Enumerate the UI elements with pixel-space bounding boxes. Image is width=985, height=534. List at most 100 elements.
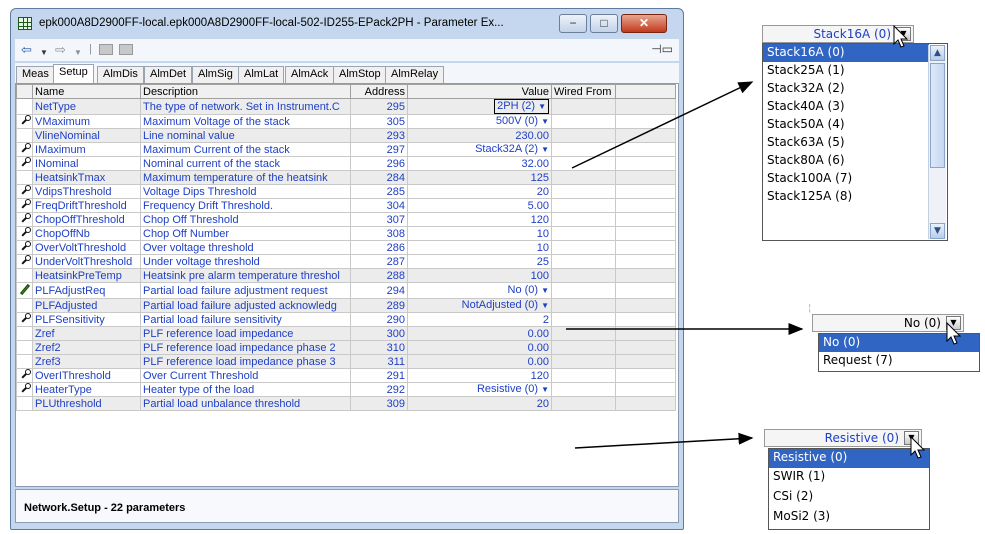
column-header-description[interactable]: Description [140, 84, 351, 99]
option-stack63a[interactable]: Stack63A (5) [763, 134, 947, 152]
param-name[interactable]: VlineNominal [32, 128, 141, 143]
option-stack40a[interactable]: Stack40A (3) [763, 98, 947, 116]
close-button[interactable]: ✕ [621, 14, 667, 33]
param-name[interactable]: PLFAdjustReq [32, 282, 141, 299]
param-name[interactable]: OverIThreshold [32, 368, 141, 383]
param-name[interactable]: VMaximum [32, 114, 141, 129]
param-wired-from[interactable] [551, 396, 616, 411]
param-wired-from[interactable] [551, 312, 616, 327]
scroll-up-icon[interactable]: ▲ [930, 45, 945, 61]
table-row[interactable]: VMaximum Maximum Voltage of the stack 305 5… [16, 114, 676, 129]
column-header-value[interactable]: Value [407, 84, 552, 99]
table-row[interactable]: UnderVoltThreshold Under voltage threshol… [16, 254, 676, 269]
param-name[interactable]: HeaterType [32, 382, 141, 397]
back-arrow-icon[interactable]: ⇦ [21, 42, 32, 57]
scroll-down-icon[interactable]: ▼ [930, 223, 945, 239]
param-wired-from[interactable] [551, 298, 616, 313]
table-row[interactable]: PLFAdjusted Partial load failure adjusted… [16, 298, 676, 313]
option-csi[interactable]: CSi (2) [769, 488, 929, 508]
param-value-text[interactable]: 5.00 [528, 200, 549, 212]
tab-almack[interactable]: AlmAck [285, 66, 335, 83]
param-name[interactable]: Zref3 [32, 354, 141, 369]
column-header-wired-from[interactable]: Wired From [551, 84, 616, 99]
option-stack125a[interactable]: Stack125A (8) [763, 188, 947, 206]
tab-almdet[interactable]: AlmDet [144, 66, 193, 83]
tab-almstop[interactable]: AlmStop [333, 66, 387, 83]
param-wired-from[interactable] [551, 212, 616, 227]
param-name[interactable]: PLFSensitivity [32, 312, 141, 327]
forward-arrow-icon[interactable]: ⇨ [55, 42, 66, 57]
param-value[interactable]: 0.00 [407, 354, 552, 369]
param-wired-from[interactable] [551, 268, 616, 283]
tab-almdis[interactable]: AlmDis [97, 66, 144, 83]
param-value-text[interactable]: No (0) [508, 284, 539, 296]
table-row[interactable]: NetType The type of network. Set in Instr… [16, 98, 676, 115]
param-name[interactable]: VdipsThreshold [32, 184, 141, 199]
param-value-text[interactable]: NotAdjusted (0) [462, 300, 538, 312]
chevron-down-icon[interactable]: ▼ [538, 102, 546, 111]
chevron-down-icon[interactable]: ▼ [541, 145, 549, 154]
chevron-down-icon[interactable]: ▼ [541, 117, 549, 126]
param-value[interactable]: 10 [407, 240, 552, 255]
chevron-down-icon[interactable]: ▼ [541, 301, 549, 310]
param-value[interactable]: 2 [407, 312, 552, 327]
param-wired-from[interactable] [551, 170, 616, 185]
options-scrollbar[interactable]: ▲ ▼ [928, 45, 946, 239]
table-row[interactable]: OverIThreshold Over Current Threshold 291 1… [16, 368, 676, 383]
param-name[interactable]: NetType [32, 98, 141, 115]
param-wired-from[interactable] [551, 340, 616, 355]
param-value[interactable]: 0.00 [407, 340, 552, 355]
param-value-text[interactable]: 0.00 [528, 342, 549, 354]
table-row[interactable]: FreqDriftThreshold Frequency Drift Thresh… [16, 198, 676, 213]
table-row[interactable]: PLFSensitivity Partial load failure sensi… [16, 312, 676, 327]
param-value[interactable]: Stack32A (2) ▼ [407, 142, 552, 157]
param-value-text[interactable]: 10 [537, 242, 549, 254]
option-resistive[interactable]: Resistive (0) [769, 449, 929, 468]
param-wired-from[interactable] [551, 354, 616, 369]
param-value-text[interactable]: Resistive (0) [477, 384, 538, 396]
param-wired-from[interactable] [551, 382, 616, 397]
param-wired-from[interactable] [551, 142, 616, 157]
param-name[interactable]: OverVoltThreshold [32, 240, 141, 255]
param-name[interactable]: Zref [32, 326, 141, 341]
option-stack32a[interactable]: Stack32A (2) [763, 80, 947, 98]
column-header-address[interactable]: Address [350, 84, 408, 99]
param-name[interactable]: HeatsinkPreTemp [32, 268, 141, 283]
param-value-text[interactable]: 230.00 [515, 130, 549, 142]
param-name[interactable]: Zref2 [32, 340, 141, 355]
table-row[interactable]: INominal Nominal current of the stack 296 3… [16, 156, 676, 171]
param-wired-from[interactable] [551, 326, 616, 341]
param-wired-from[interactable] [551, 156, 616, 171]
param-name[interactable]: PLFAdjusted [32, 298, 141, 313]
table-row[interactable]: Zref PLF reference load impedance 300 0.00 [16, 326, 676, 341]
table-row[interactable]: ChopOffThreshold Chop Off Threshold 307 120 [16, 212, 676, 227]
param-wired-from[interactable] [551, 368, 616, 383]
option-stack25a[interactable]: Stack25A (1) [763, 62, 947, 80]
table-row[interactable]: HeaterType Heater type of the load 292 Resi… [16, 382, 676, 397]
imaximum-select[interactable]: Stack16A (0) ▼ [762, 25, 914, 43]
param-value[interactable]: 500V (0) ▼ [407, 114, 552, 129]
param-value-text[interactable]: 120 [531, 370, 549, 382]
param-value[interactable]: 20 [407, 396, 552, 411]
param-value[interactable]: 5.00 [407, 198, 552, 213]
minimize-button[interactable]: − [559, 14, 587, 33]
folder-up-icon[interactable] [99, 44, 113, 55]
folder-icon[interactable] [119, 44, 133, 55]
forward-dropdown-icon[interactable]: ▼ [74, 45, 82, 60]
table-row[interactable]: HeatsinkTmax Maximum temperature of the h… [16, 170, 676, 185]
param-value-text[interactable]: 500V (0) [496, 116, 538, 128]
option-mosi2[interactable]: MoSi2 (3) [769, 508, 929, 528]
param-value-text[interactable]: 20 [537, 186, 549, 198]
param-value-text[interactable]: 10 [537, 228, 549, 240]
param-value-text[interactable]: 125 [531, 172, 549, 184]
param-value[interactable]: NotAdjusted (0) ▼ [407, 298, 552, 313]
param-value-text[interactable]: 120 [531, 214, 549, 226]
param-name[interactable]: ChopOffNb [32, 226, 141, 241]
param-value[interactable]: 0.00 [407, 326, 552, 341]
tab-setup[interactable]: Setup [53, 64, 94, 84]
param-value[interactable]: 230.00 [407, 128, 552, 143]
param-value[interactable]: 32.00 [407, 156, 552, 171]
table-row[interactable]: VlineNominal Line nominal value 293 230.00 [16, 128, 676, 143]
param-value[interactable]: 120 [407, 212, 552, 227]
option-stack100a[interactable]: Stack100A (7) [763, 170, 947, 188]
